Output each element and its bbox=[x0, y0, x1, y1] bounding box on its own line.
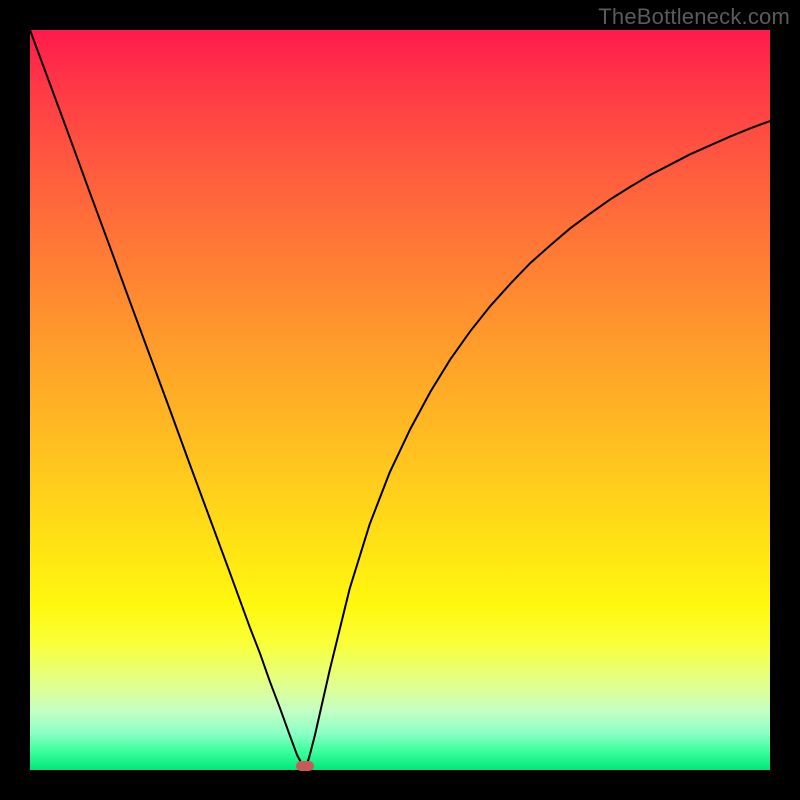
watermark-text: TheBottleneck.com bbox=[598, 4, 790, 30]
chart-frame: TheBottleneck.com bbox=[0, 0, 800, 800]
curve-svg bbox=[30, 30, 770, 770]
bottleneck-curve bbox=[30, 30, 770, 770]
plot-area bbox=[30, 30, 770, 770]
min-marker bbox=[296, 761, 314, 771]
